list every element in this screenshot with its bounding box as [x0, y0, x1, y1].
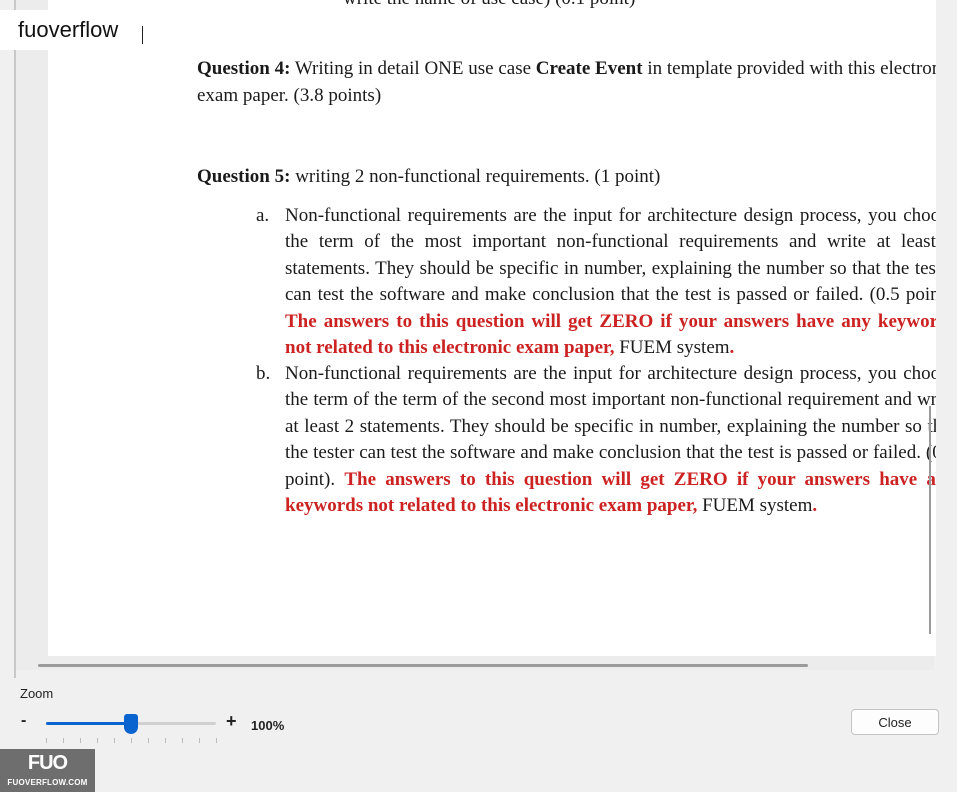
slider-tick — [46, 738, 47, 743]
slider-tick — [199, 738, 200, 743]
previous-question-text: write the name of use case) (0.1 point) — [343, 0, 635, 10]
question-5-label: Question 5: — [197, 166, 291, 187]
question-5: Question 5: writing 2 non-functional req… — [197, 163, 936, 190]
question-4-label: Question 4: — [197, 58, 291, 79]
item-tail-dot: . — [812, 495, 818, 517]
item-body: Non-functional requirements are the inpu… — [285, 203, 936, 361]
slider-tick — [63, 738, 64, 743]
zoom-value: 100% — [251, 718, 285, 733]
item-warning: The answers to this question will get ZE… — [285, 310, 936, 359]
logo-mark: FUO — [27, 752, 68, 774]
slider-tick — [216, 738, 217, 743]
item-warning: The answers to this question will get ZE… — [285, 468, 936, 517]
document-viewer[interactable]: write the name of use case) (0.1 point) … — [16, 0, 936, 670]
item-body: Non-functional requirements are the inpu… — [285, 361, 936, 519]
question-4: Question 4: Writing in detail ONE use ca… — [197, 55, 936, 109]
brand-label: fuoverflow — [0, 10, 140, 50]
document-page: write the name of use case) (0.1 point) … — [48, 0, 936, 656]
item-tail: FUEM system — [614, 337, 730, 359]
question-5-text: writing 2 non-functional requirements. (… — [290, 166, 661, 187]
zoom-slider-ticks — [46, 738, 217, 746]
item-marker: b. — [256, 363, 271, 384]
slider-tick — [80, 738, 81, 743]
question-4-emphasis: Create Event — [535, 58, 643, 79]
slider-tick — [114, 738, 115, 743]
vertical-scrollbar[interactable] — [929, 406, 931, 634]
zoom-in-button[interactable]: + — [226, 711, 237, 732]
slider-tick — [148, 738, 149, 743]
item-tail: FUEM system — [697, 495, 813, 517]
slider-tick — [131, 738, 132, 743]
question-4-text: Writing in detail ONE use case — [290, 58, 536, 79]
slider-tick — [97, 738, 98, 743]
zoom-out-button[interactable]: - — [21, 712, 26, 730]
zoom-slider-thumb[interactable] — [124, 714, 138, 734]
watermark-logo: FUO FUOVERFLOW.COM — [0, 749, 95, 792]
zoom-label: Zoom — [20, 686, 54, 701]
horizontal-scrollbar[interactable] — [38, 664, 808, 667]
logo-site: FUOVERFLOW.COM — [7, 778, 88, 787]
slider-tick — [182, 738, 183, 743]
close-button[interactable]: Close — [851, 709, 939, 735]
item-text: Non-functional requirements are the inpu… — [285, 205, 936, 306]
slider-tick — [165, 738, 166, 743]
brand-name: fuoverflow — [18, 17, 119, 42]
item-marker: a. — [256, 205, 270, 226]
text-caret — [142, 26, 143, 44]
item-tail-dot: . — [729, 337, 735, 359]
zoom-slider-fill — [46, 722, 131, 725]
